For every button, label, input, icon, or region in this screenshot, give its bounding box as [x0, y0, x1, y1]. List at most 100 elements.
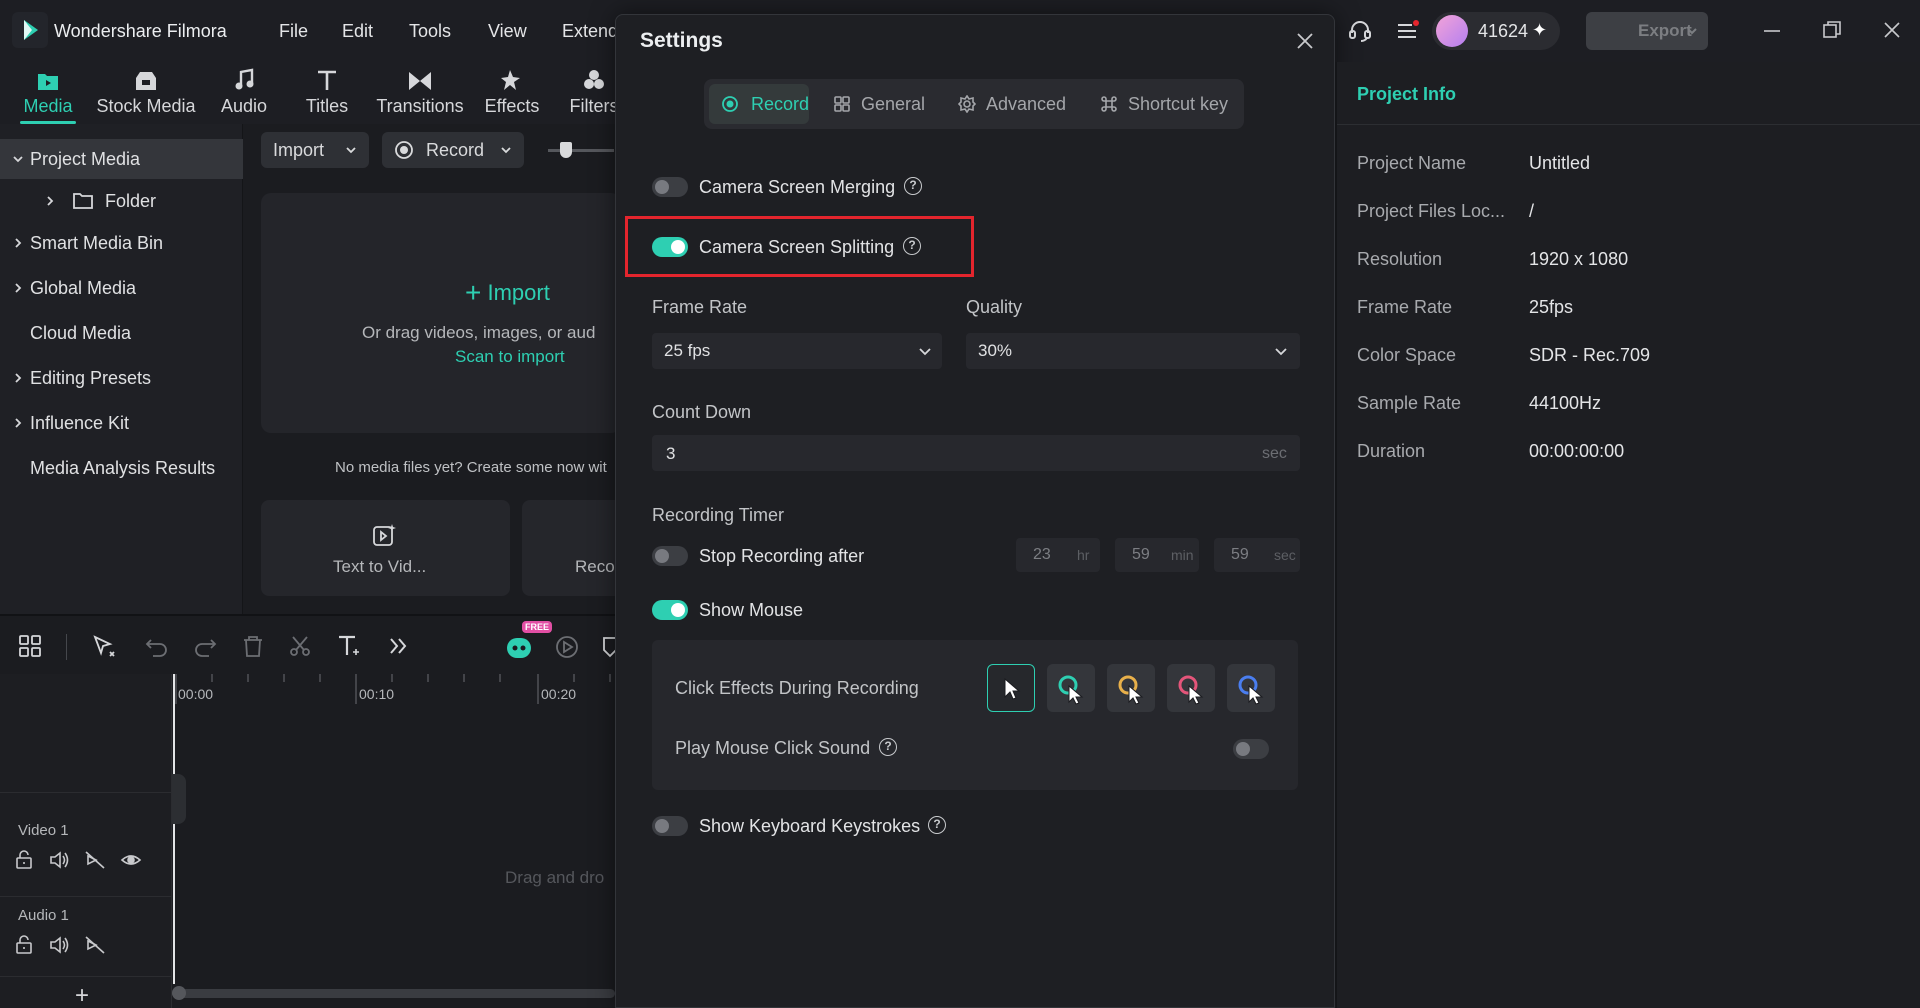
- menu-extend[interactable]: Extend: [562, 21, 618, 42]
- cursor-effect-orange[interactable]: [1107, 664, 1155, 712]
- filmora-logo-icon: [12, 12, 48, 48]
- scrollbar-thumb[interactable]: [172, 989, 615, 998]
- text-to-video-card[interactable]: Text to Vid...: [261, 500, 510, 596]
- thumbnail-size-slider[interactable]: [548, 139, 614, 161]
- countdown-input[interactable]: 3 sec: [652, 435, 1300, 471]
- menu-view[interactable]: View: [488, 21, 527, 42]
- track-volume-icon[interactable]: [48, 850, 70, 870]
- settings-segmented-tabs: Record General Advanced Shortcut key: [704, 79, 1244, 129]
- help-question-icon[interactable]: ?: [904, 177, 922, 195]
- tab-effects[interactable]: Effects: [480, 62, 544, 124]
- track-panel-collapse-handle[interactable]: [172, 774, 186, 824]
- click-sound-toggle[interactable]: [1233, 739, 1269, 759]
- track-lock-icon[interactable]: [14, 850, 36, 870]
- record-card[interactable]: Reco: [522, 500, 615, 596]
- camera-merging-toggle[interactable]: [652, 177, 688, 197]
- tab-media[interactable]: Media: [12, 62, 84, 124]
- timeline-horizontal-scrollbar[interactable]: [172, 986, 615, 1000]
- minimize-icon[interactable]: [1762, 20, 1782, 40]
- ai-text-video-icon: [371, 522, 397, 548]
- tab-audio[interactable]: Audio: [212, 62, 276, 124]
- close-dialog-icon[interactable]: [1294, 30, 1316, 52]
- track-visibility-eye-icon[interactable]: [120, 850, 142, 870]
- click-sound-label: Play Mouse Click Sound: [675, 738, 871, 758]
- sidebar-item-project-media[interactable]: Project Media: [0, 139, 243, 179]
- quality-value: 30%: [978, 341, 1013, 360]
- chevron-down-icon: [918, 333, 932, 369]
- sidebar-item-editing-presets[interactable]: Editing Presets: [0, 358, 243, 398]
- account-pill[interactable]: 41624 ✦: [1432, 12, 1560, 50]
- import-dropdown-button[interactable]: Import: [261, 132, 369, 168]
- cursor-effect-green[interactable]: [1047, 664, 1095, 712]
- sidebar-item-cloud-media[interactable]: Cloud Media: [0, 313, 243, 353]
- playhead[interactable]: [173, 674, 175, 984]
- quality-select[interactable]: 30%: [966, 333, 1300, 369]
- restore-icon[interactable]: [1822, 20, 1842, 40]
- sidebar-item-folder[interactable]: Folder: [0, 181, 243, 221]
- ai-copilot-icon[interactable]: [504, 632, 534, 660]
- import-plus-button[interactable]: + Import: [465, 275, 550, 308]
- timer-hours-value: 23: [1033, 546, 1051, 563]
- scan-to-import-link[interactable]: Scan to import: [455, 347, 565, 367]
- tab-advanced[interactable]: Advanced: [954, 84, 1074, 124]
- cursor-effect-blue[interactable]: [1227, 664, 1275, 712]
- menu-edit[interactable]: Edit: [342, 21, 373, 42]
- tab-record[interactable]: Record: [709, 84, 809, 124]
- help-question-icon[interactable]: ?: [928, 816, 946, 834]
- cursor-effect-pink[interactable]: [1167, 664, 1215, 712]
- timer-hours-input[interactable]: 23 hr: [1016, 538, 1100, 572]
- undo-icon[interactable]: [145, 634, 169, 658]
- sidebar-item-global-media[interactable]: Global Media: [0, 268, 243, 308]
- tab-stock-media[interactable]: Stock Media: [92, 62, 200, 124]
- scissors-icon[interactable]: [288, 634, 312, 658]
- help-question-icon[interactable]: ?: [903, 237, 921, 255]
- record-dropdown-button[interactable]: Record: [382, 132, 524, 168]
- toggle-knob: [655, 549, 669, 563]
- headset-support-icon[interactable]: [1347, 18, 1373, 44]
- camera-merging-label: Camera Screen Merging: [699, 177, 896, 197]
- sidebar-item-influence-kit[interactable]: Influence Kit: [0, 403, 243, 443]
- help-question-icon[interactable]: ?: [879, 738, 897, 756]
- timeline-toolbar: FREE: [0, 614, 615, 674]
- menu-file[interactable]: File: [279, 21, 308, 42]
- track-mute-audio-icon[interactable]: [84, 935, 106, 955]
- camera-splitting-toggle[interactable]: [652, 237, 688, 257]
- cursor-effect-none[interactable]: [987, 664, 1035, 712]
- stop-recording-toggle[interactable]: [652, 546, 688, 566]
- text-tool-icon[interactable]: [336, 633, 364, 659]
- slider-handle[interactable]: [560, 142, 572, 158]
- layout-grid-icon[interactable]: [18, 634, 42, 658]
- frame-rate-select[interactable]: 25 fps: [652, 333, 942, 369]
- delete-trash-icon[interactable]: [241, 634, 265, 658]
- scrollbar-handle[interactable]: [172, 986, 186, 1000]
- menu-list-icon[interactable]: [1394, 18, 1420, 44]
- timer-seconds-input[interactable]: 59 sec: [1214, 538, 1300, 572]
- add-track-plus-icon[interactable]: +: [75, 982, 89, 1008]
- sidebar-item-smart-media-bin[interactable]: Smart Media Bin: [0, 223, 243, 263]
- redo-icon[interactable]: [193, 634, 217, 658]
- close-window-icon[interactable]: [1882, 20, 1902, 40]
- tab-titles[interactable]: Titles: [295, 62, 359, 124]
- auto-beat-icon[interactable]: [554, 634, 580, 660]
- tab-shortcut-key[interactable]: Shortcut key: [1096, 84, 1236, 124]
- track-mute-video-icon[interactable]: [84, 850, 106, 870]
- filmora-window: Wondershare Filmora File Edit Tools View…: [0, 0, 1920, 1008]
- ruler-tick-label: 00:00: [178, 686, 214, 702]
- timer-minutes-input[interactable]: 59 min: [1115, 538, 1199, 572]
- media-drop-zone[interactable]: + Import Or drag videos, images, or aud …: [261, 193, 621, 433]
- show-mouse-toggle[interactable]: [652, 600, 688, 620]
- quality-label: Quality: [966, 297, 1023, 317]
- menu-tools[interactable]: Tools: [409, 21, 451, 42]
- tab-general[interactable]: General: [829, 84, 929, 124]
- drag-hint: Drag and dro: [505, 868, 605, 887]
- drop-import-label: Import: [487, 280, 550, 305]
- track-lock-icon[interactable]: [14, 935, 36, 955]
- select-cursor-icon[interactable]: [92, 634, 118, 660]
- export-button[interactable]: Export: [1586, 12, 1708, 50]
- more-tools-icon[interactable]: [386, 634, 410, 658]
- keystrokes-toggle[interactable]: [652, 816, 688, 836]
- marker-shield-icon[interactable]: [602, 634, 615, 660]
- track-volume-icon[interactable]: [48, 935, 70, 955]
- sidebar-item-media-analysis-results[interactable]: Media Analysis Results: [0, 448, 243, 488]
- tab-transitions[interactable]: Transitions: [373, 62, 467, 124]
